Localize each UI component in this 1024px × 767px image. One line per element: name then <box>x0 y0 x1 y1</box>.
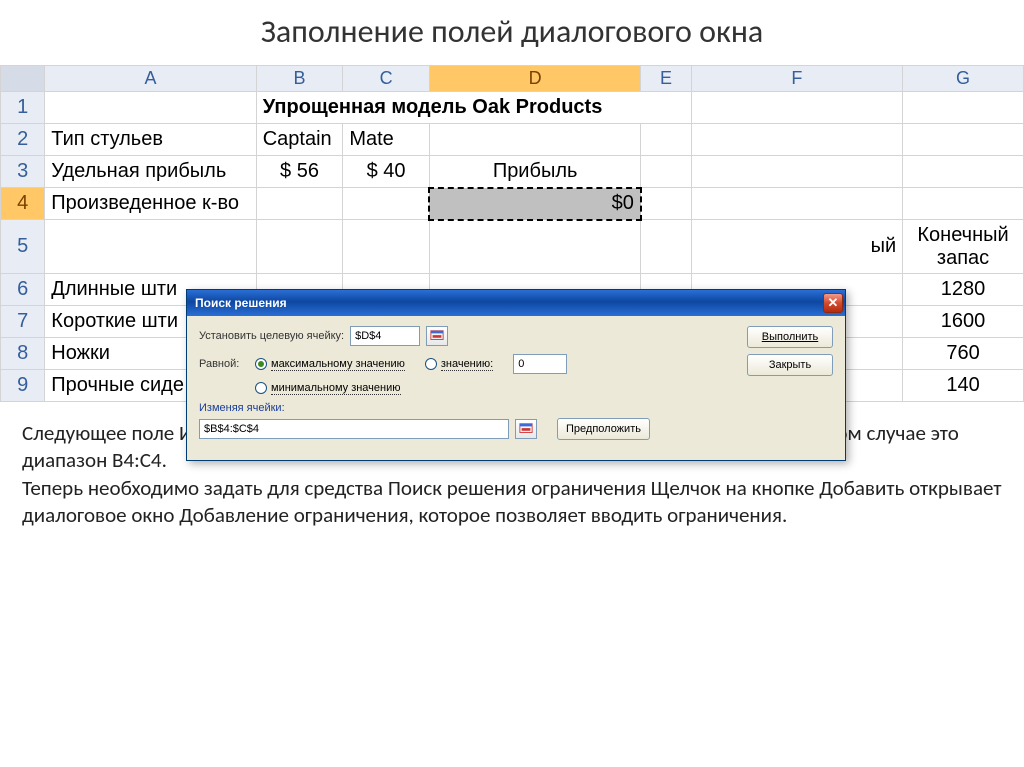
radio-max[interactable]: максимальному значению <box>255 358 405 370</box>
cell-D4[interactable]: $0 <box>429 188 640 220</box>
button-column: Выполнить Закрыть <box>747 326 833 376</box>
row-header-4[interactable]: 4 <box>1 188 45 220</box>
cell-G7[interactable]: 1600 <box>903 306 1024 338</box>
radio-value-label: значению: <box>441 358 493 370</box>
radio-max-label: максимальному значению <box>271 358 405 370</box>
row-header-9[interactable]: 9 <box>1 370 45 402</box>
dialog-title: Поиск решения <box>195 296 287 310</box>
collapse-dialog-icon <box>519 422 533 436</box>
cell-A4[interactable]: Произведенное к-во <box>45 188 256 220</box>
cell-B1[interactable]: Упрощенная модель Oak Products <box>256 92 691 124</box>
equal-label: Равной: <box>199 358 249 370</box>
col-header-E[interactable]: E <box>641 66 691 92</box>
cell-B3[interactable]: $ 56 <box>256 156 343 188</box>
row-header-5[interactable]: 5 <box>1 220 45 274</box>
cell-F1[interactable] <box>691 92 902 124</box>
cell-G9[interactable]: 140 <box>903 370 1024 402</box>
row-3: 3 Удельная прибыль $ 56 $ 40 Прибыль <box>1 156 1024 188</box>
cell-A3[interactable]: Удельная прибыль <box>45 156 256 188</box>
col-header-C[interactable]: C <box>343 66 430 92</box>
guess-button[interactable]: Предположить <box>557 418 650 440</box>
close-dialog-button[interactable]: Закрыть <box>747 354 833 376</box>
cell-B2[interactable]: Captain <box>256 124 343 156</box>
row-header-1[interactable]: 1 <box>1 92 45 124</box>
row-header-7[interactable]: 7 <box>1 306 45 338</box>
row-header-3[interactable]: 3 <box>1 156 45 188</box>
target-ref-button[interactable] <box>426 326 448 346</box>
row-4: 4 Произведенное к-во $0 <box>1 188 1024 220</box>
row-1: 1 Упрощенная модель Oak Products <box>1 92 1024 124</box>
changing-cells-row: Предположить <box>199 418 833 440</box>
cell-A1[interactable] <box>45 92 256 124</box>
cell-A2[interactable]: Тип стульев <box>45 124 256 156</box>
target-cell-row: Установить целевую ячейку: <box>199 326 833 346</box>
cell-B5[interactable] <box>256 220 343 274</box>
cell-G3[interactable] <box>903 156 1024 188</box>
row-5: 5 ый Конечный запас <box>1 220 1024 274</box>
changing-cells-input[interactable] <box>199 419 509 439</box>
radio-icon <box>255 358 267 370</box>
radio-value[interactable]: значению: <box>425 358 493 370</box>
cell-F5[interactable]: ый <box>691 220 902 274</box>
col-header-B[interactable]: B <box>256 66 343 92</box>
row-header-2[interactable]: 2 <box>1 124 45 156</box>
solver-dialog: Поиск решения ✕ Выполнить Закрыть Устано… <box>186 289 846 461</box>
row-header-6[interactable]: 6 <box>1 274 45 306</box>
cell-F3[interactable] <box>691 156 902 188</box>
dialog-body: Выполнить Закрыть Установить целевую яче… <box>187 316 845 460</box>
cell-E3[interactable] <box>641 156 691 188</box>
cell-A5[interactable] <box>45 220 256 274</box>
min-row: минимальному значению <box>255 382 833 394</box>
changing-ref-button[interactable] <box>515 419 537 439</box>
radio-icon <box>255 382 267 394</box>
target-cell-label: Установить целевую ячейку: <box>199 330 344 342</box>
row-2: 2 Тип стульев Captain Mate <box>1 124 1024 156</box>
slide-title: Заполнение полей диалогового окна <box>0 0 1024 65</box>
cell-G4[interactable] <box>903 188 1024 220</box>
equal-to-row: Равной: максимальному значению значению: <box>199 354 833 374</box>
radio-icon <box>425 358 437 370</box>
cell-C3[interactable]: $ 40 <box>343 156 430 188</box>
changing-cells-label: Изменяя ячейки: <box>199 402 833 414</box>
cell-C4[interactable] <box>343 188 430 220</box>
cell-G2[interactable] <box>903 124 1024 156</box>
col-header-G[interactable]: G <box>903 66 1024 92</box>
target-cell-input[interactable] <box>350 326 420 346</box>
select-all-corner[interactable] <box>1 66 45 92</box>
close-button[interactable]: ✕ <box>823 293 843 313</box>
cell-G6[interactable]: 1280 <box>903 274 1024 306</box>
dialog-titlebar[interactable]: Поиск решения ✕ <box>187 290 845 316</box>
cell-E4[interactable] <box>641 188 691 220</box>
radio-min[interactable]: минимальному значению <box>255 382 401 394</box>
cell-G5[interactable]: Конечный запас <box>903 220 1024 274</box>
radio-min-label: минимальному значению <box>271 382 401 394</box>
close-icon: ✕ <box>828 295 839 311</box>
col-header-D[interactable]: D <box>429 66 640 92</box>
cell-D5[interactable] <box>429 220 640 274</box>
cell-G1[interactable] <box>903 92 1024 124</box>
col-header-A[interactable]: A <box>45 66 256 92</box>
cell-C5[interactable] <box>343 220 430 274</box>
collapse-dialog-icon <box>430 329 444 343</box>
execute-button[interactable]: Выполнить <box>747 326 833 348</box>
column-header-row: A B C D E F G <box>1 66 1024 92</box>
cell-F2[interactable] <box>691 124 902 156</box>
col-header-F[interactable]: F <box>691 66 902 92</box>
row-header-8[interactable]: 8 <box>1 338 45 370</box>
cell-D2[interactable] <box>429 124 640 156</box>
cell-G8[interactable]: 760 <box>903 338 1024 370</box>
cell-E2[interactable] <box>641 124 691 156</box>
cell-C2[interactable]: Mate <box>343 124 430 156</box>
spreadsheet: A B C D E F G 1 Упрощенная модель Oak Pr… <box>0 65 1024 402</box>
cell-F4[interactable] <box>691 188 902 220</box>
cell-D3[interactable]: Прибыль <box>429 156 640 188</box>
value-input[interactable] <box>513 354 567 374</box>
cell-B4[interactable] <box>256 188 343 220</box>
cell-E5[interactable] <box>641 220 691 274</box>
